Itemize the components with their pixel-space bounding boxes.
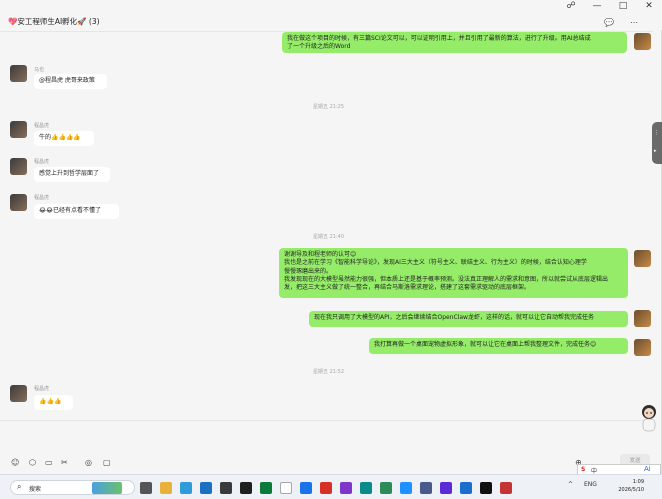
avatar[interactable]: [10, 194, 27, 211]
ai-icon: Ai: [644, 465, 651, 473]
message-bubble[interactable]: 感觉上升到哲学层面了: [34, 167, 110, 182]
sender-name: 程昌虎: [34, 159, 50, 165]
message-line: 我也是之前在学习《智能科学导论》，发现AI三大主义（符号主义、联结主义、行为主义…: [284, 259, 587, 267]
search-placeholder: 搜索: [29, 486, 42, 493]
app5-icon[interactable]: [500, 482, 512, 494]
avatar[interactable]: [10, 158, 27, 175]
excel-icon[interactable]: [260, 482, 272, 494]
close-button[interactable]: ✕: [637, 1, 661, 11]
browser-icon[interactable]: [180, 482, 192, 494]
message-input-area[interactable]: ☺ ⬡ ▭ ✂ ◎ ▢ ⊕ 发送: [0, 420, 653, 474]
favorite-icon[interactable]: ⬡: [29, 458, 36, 467]
voice-icon[interactable]: ◎: [85, 458, 92, 467]
message-bubble[interactable]: 👍👍👍: [34, 395, 73, 410]
avatar[interactable]: [634, 310, 651, 327]
wechat-icon[interactable]: [380, 482, 392, 494]
message-line: 了一个升级之后的Word: [287, 43, 351, 51]
onenote-icon[interactable]: [340, 482, 352, 494]
message-list[interactable]: 我在做这个项目的时候，有三篇SCI论文可以，可以证明引用上，并且引用了最新的算法…: [0, 32, 653, 420]
word-icon[interactable]: [300, 482, 312, 494]
message-line: 我发现现在的大模型虽然能力很强，但本质上还是基于概率预测。没法真正理解人的需求和…: [284, 275, 609, 283]
app2-icon[interactable]: [420, 482, 432, 494]
minimize-button[interactable]: —: [585, 1, 609, 11]
vscode-icon[interactable]: [440, 482, 452, 494]
titlebar: 💖安工程师生AI孵化🚀 (3) ☍ — □ ✕ 💬 ⋯: [0, 0, 662, 30]
app4-icon[interactable]: [480, 482, 492, 494]
avatar[interactable]: [634, 250, 651, 267]
message-line: 我打算再做一个桌面宠物虚拟形象，就可以让它在桌面上帮我整理文件，完成任务😊: [374, 341, 597, 348]
timestamp: 星期五 21:25: [313, 104, 344, 110]
side-scroll-handle[interactable]: ⋮ ▸: [652, 122, 662, 164]
date: 2026/5/10: [618, 487, 644, 493]
sender-name: 马也: [34, 67, 45, 73]
pin-button[interactable]: ☍: [559, 1, 583, 11]
clock[interactable]: 1:09 2026/5/10: [618, 478, 644, 494]
time: 1:09: [632, 479, 644, 485]
chat-window: 💖安工程师生AI孵化🚀 (3) ☍ — □ ✕ 💬 ⋯ 我在做这个项目的时候，有…: [0, 0, 662, 474]
timestamp: 星期五 21:40: [313, 234, 344, 240]
maximize-button[interactable]: □: [611, 1, 635, 11]
message-bubble[interactable]: 😂😂已经有点看不懂了: [34, 204, 119, 219]
sogou-icon: S: [581, 466, 586, 473]
scissors-icon[interactable]: ✂: [61, 458, 68, 467]
avatar[interactable]: [634, 339, 651, 356]
chat-title: 💖安工程师生AI孵化🚀 (3): [8, 17, 100, 26]
wps-icon[interactable]: [320, 482, 332, 494]
message-bubble[interactable]: 我在做这个项目的时候，有三篇SCI论文可以，可以证明引用上，并且引用了最新的算法…: [282, 32, 627, 53]
timestamp: 星期五 21:52: [313, 369, 344, 375]
app-icon[interactable]: [220, 482, 232, 494]
message-bubble[interactable]: 我打算再做一个桌面宠物虚拟形象，就可以让它在桌面上帮我整理文件，完成任务😊: [369, 338, 628, 354]
widget-icon[interactable]: [92, 482, 122, 494]
message-bubble[interactable]: 谢谢导及和程老师的认可😊 我也是之前在学习《智能科学导论》，发现AI三大主义（符…: [279, 248, 628, 298]
video-icon[interactable]: ▢: [103, 458, 111, 467]
app3-icon[interactable]: [460, 482, 472, 494]
edge-icon[interactable]: [200, 482, 212, 494]
sender-name: 程昌虎: [34, 123, 50, 129]
qq-icon[interactable]: [400, 482, 412, 494]
avatar[interactable]: [634, 33, 651, 50]
sender-name: 程昌虎: [34, 386, 50, 392]
search-icon: ⌕: [17, 482, 22, 491]
sender-name: 程昌虎: [34, 195, 50, 201]
panda-icon[interactable]: [280, 482, 292, 494]
terminal-icon[interactable]: [240, 482, 252, 494]
avatar[interactable]: [10, 385, 27, 402]
avatar[interactable]: [10, 121, 27, 138]
taskview-icon[interactable]: [140, 482, 152, 494]
folder-icon[interactable]: ▭: [45, 458, 53, 467]
more-icon[interactable]: ⋯: [630, 18, 638, 27]
tray-lang[interactable]: ENG: [584, 481, 597, 488]
message-line: 慢慢琢磨出来的。: [284, 267, 333, 275]
cloud-icon[interactable]: [360, 482, 372, 494]
chat-bubble-icon[interactable]: 💬: [604, 18, 614, 27]
tray-expand[interactable]: ^: [568, 481, 573, 488]
message-bubble[interactable]: 牛的👍👍👍👍: [34, 131, 94, 146]
files-icon[interactable]: [160, 482, 172, 494]
message-line: 现在我只调用了大模型的API，之后会继续结合OpenClaw龙虾，这样的话，就可…: [314, 314, 594, 321]
message-line: 发，把这三大主义做了统一整合，再结合马斯洛需求理论，搭建了这套需求驱动的底层框架…: [284, 284, 531, 292]
message-bubble[interactable]: @程昌虎 虎哥来政策: [34, 74, 107, 89]
emoji-icon[interactable]: ☺: [11, 458, 19, 467]
avatar[interactable]: [10, 65, 27, 82]
taskbar: ⌕ 搜索 ^ ENG 1:09 2026/5/10: [0, 474, 662, 499]
desktop-pet-icon[interactable]: [638, 403, 660, 433]
message-bubble[interactable]: 现在我只调用了大模型的API，之后会继续结合OpenClaw龙虾，这样的话，就可…: [309, 311, 628, 327]
